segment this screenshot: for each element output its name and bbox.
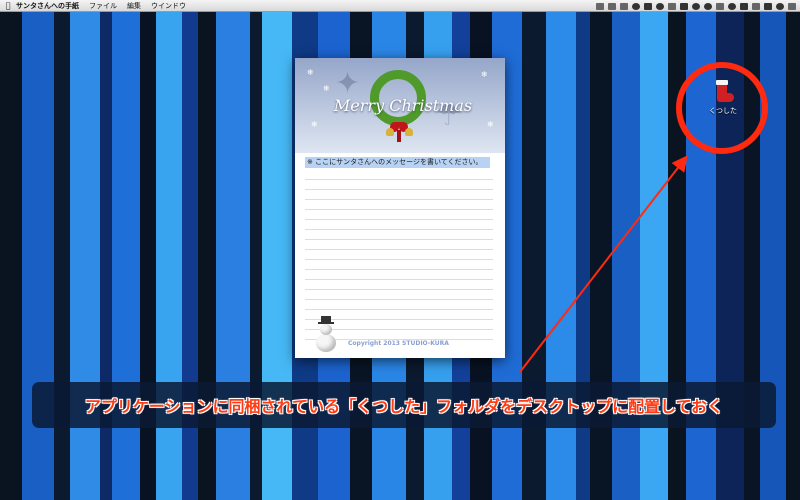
caption-text: アプリケーションに同梱されている「くつした」フォルダをデスクトップに配置しておく — [84, 397, 724, 416]
menu-window[interactable]: ウインドウ — [151, 1, 186, 11]
message-field[interactable]: ※ ここにサンタさんへのメッセージを書いてください。 — [305, 157, 490, 168]
clock-icon[interactable] — [704, 2, 712, 10]
battery-icon[interactable] — [764, 2, 772, 10]
menu-file[interactable]: ファイル — [89, 1, 117, 11]
snowman-icon — [315, 316, 337, 352]
notification-list-icon[interactable] — [788, 2, 796, 10]
document-icon[interactable] — [668, 2, 676, 10]
apple-icon[interactable]:  — [0, 1, 16, 10]
grid-icon[interactable] — [644, 2, 652, 10]
volume-icon[interactable] — [752, 2, 760, 10]
media-play-icon[interactable] — [608, 2, 616, 10]
status-icons — [596, 0, 796, 12]
eye-icon[interactable] — [692, 2, 700, 10]
ruled-lines — [305, 170, 493, 340]
letter-window: ❄ ❄ ❄ ❄ ❄ ✦ ☂ Merry Christmas ※ ここにサンタさん… — [295, 58, 505, 358]
snowflake-icon: ❄ — [311, 120, 318, 129]
bell-icon — [386, 128, 394, 136]
menu-edit[interactable]: 編集 — [127, 1, 141, 11]
sync-icon[interactable] — [656, 2, 664, 10]
wifi-icon[interactable] — [728, 2, 736, 10]
merry-christmas-title: Merry Christmas — [333, 96, 473, 115]
menu-bar:  サンタさんへの手紙 ファイル 編集 ウインドウ — [0, 0, 800, 12]
highlight-circle — [676, 62, 768, 154]
gear-icon[interactable] — [632, 2, 640, 10]
bell-icon — [405, 128, 413, 136]
snowflake-icon: ❄ — [323, 84, 330, 93]
app-menu[interactable]: サンタさんへの手紙 — [16, 1, 79, 11]
bluetooth-icon[interactable] — [716, 2, 724, 10]
snowflake-icon: ❄ — [481, 70, 488, 79]
media-next-icon[interactable] — [620, 2, 628, 10]
snowflake-icon: ❄ — [487, 120, 494, 129]
display-icon[interactable] — [680, 2, 688, 10]
instruction-caption: アプリケーションに同梱されている「くつした」フォルダをデスクトップに配置しておく — [32, 382, 776, 428]
input-method-icon[interactable] — [740, 2, 748, 10]
copyright-text: Copyright 2013 STUDIO-KURA — [348, 340, 449, 347]
letter-header: ❄ ❄ ❄ ❄ ❄ ✦ ☂ Merry Christmas — [295, 58, 505, 153]
media-prev-icon[interactable] — [596, 2, 604, 10]
snowflake-icon: ❄ — [307, 68, 314, 77]
spotlight-search-icon[interactable] — [776, 2, 784, 10]
